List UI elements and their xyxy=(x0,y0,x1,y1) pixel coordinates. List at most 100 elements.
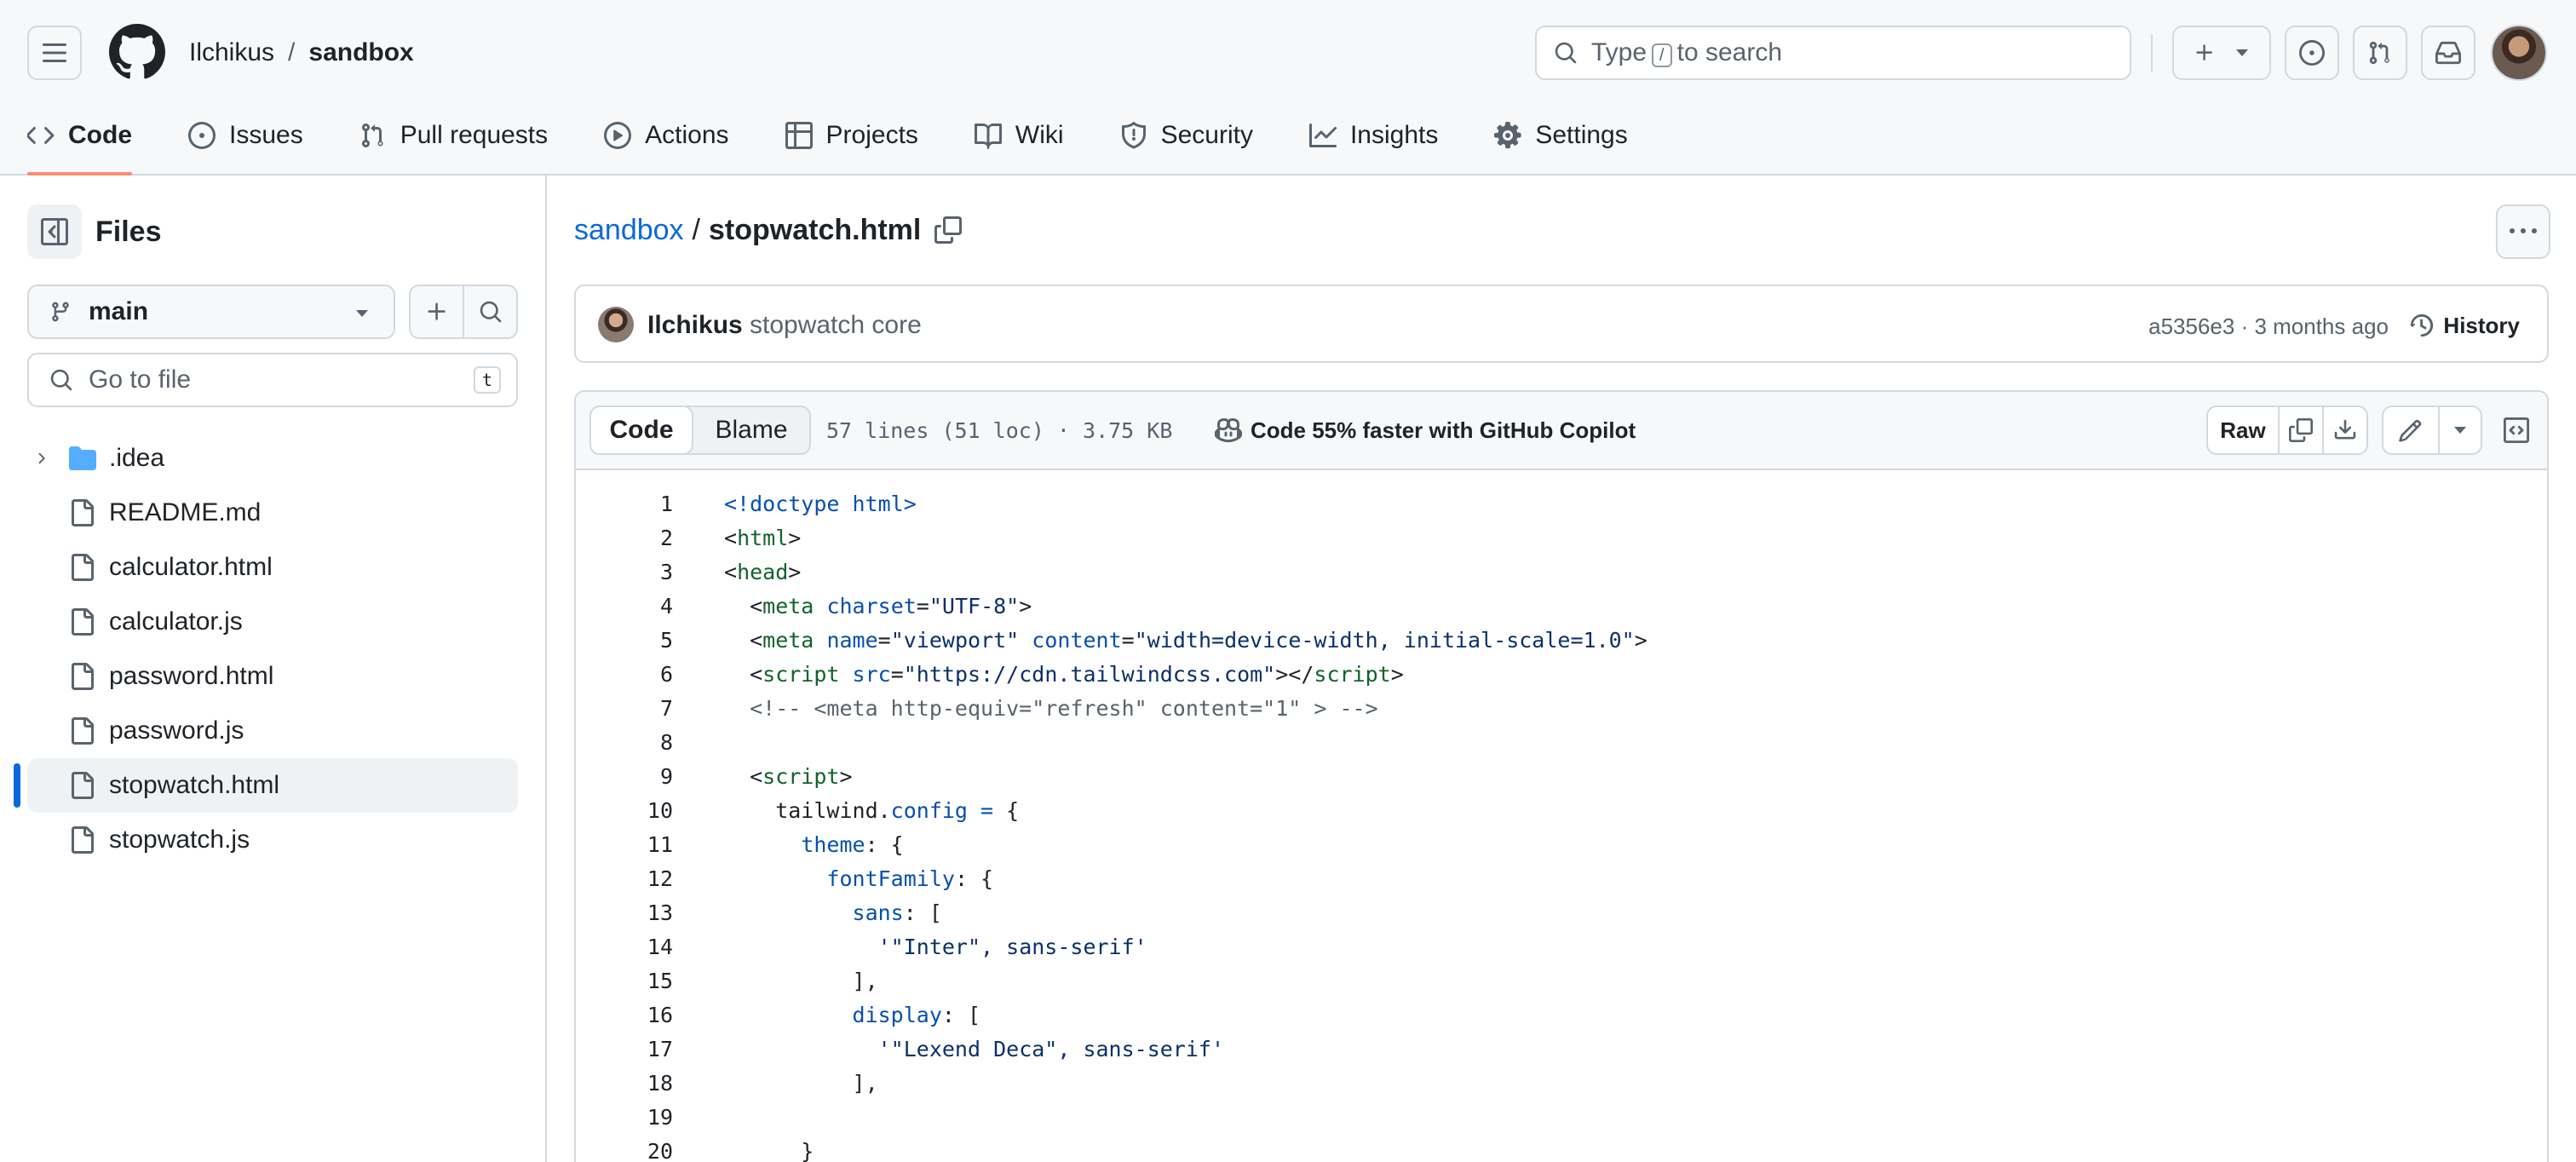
inbox-button[interactable] xyxy=(2421,26,2475,80)
code-token: < xyxy=(724,594,763,618)
commit-sha-time[interactable]: a5356e3 · 3 months ago xyxy=(2148,312,2389,341)
tab-pull-requests[interactable]: Pull requests xyxy=(346,106,561,165)
line-number[interactable]: 12 xyxy=(576,862,673,896)
line-source: sans: [ xyxy=(673,896,942,930)
line-source: <meta charset="UTF-8"> xyxy=(673,590,1032,624)
code-token: = xyxy=(1121,628,1135,653)
line-number[interactable]: 8 xyxy=(576,726,673,760)
line-number[interactable]: 1 xyxy=(576,487,673,521)
tab-projects[interactable]: Projects xyxy=(772,106,932,165)
code-token: : { xyxy=(954,866,994,891)
git-branch-icon xyxy=(52,302,69,322)
search-input[interactable]: Type / to search xyxy=(1535,26,2131,80)
line-number[interactable]: 20 xyxy=(576,1135,673,1162)
tab-security[interactable]: Security xyxy=(1107,106,1267,165)
code-token: meta xyxy=(762,594,814,618)
code-token: script xyxy=(762,662,840,687)
tree-item-file[interactable]: password.js xyxy=(0,704,547,758)
line-number[interactable]: 19 xyxy=(576,1101,673,1135)
go-to-file-input[interactable]: Go to file t xyxy=(27,353,518,407)
line-number[interactable]: 14 xyxy=(576,930,673,964)
line-number[interactable]: 17 xyxy=(576,1033,673,1067)
more-options-button[interactable] xyxy=(2496,204,2550,259)
raw-button[interactable]: Raw xyxy=(2208,407,2278,453)
menu-button[interactable] xyxy=(27,26,82,80)
line-source: <script> xyxy=(673,760,852,794)
code-viewer: Code Blame 57 lines (51 loc) · 3.75 KB C… xyxy=(574,390,2549,1162)
line-number[interactable]: 7 xyxy=(576,692,673,726)
issues-button[interactable] xyxy=(2285,26,2339,80)
tree-item-file-selected[interactable]: stopwatch.html xyxy=(14,758,518,813)
line-number[interactable]: 3 xyxy=(576,555,673,590)
line-source: <!-- <meta http-equiv="refresh" content=… xyxy=(673,692,1378,726)
code-token: > xyxy=(1634,628,1647,653)
tree-item-file[interactable]: stopwatch.js xyxy=(0,813,547,867)
code-token: > xyxy=(788,560,802,584)
tab-settings[interactable]: Settings xyxy=(1481,106,1641,165)
tab-wiki[interactable]: Wiki xyxy=(961,106,1078,165)
plus-icon xyxy=(2196,44,2212,60)
shield-icon xyxy=(1121,122,1146,149)
collapse-sidebar-button[interactable] xyxy=(27,204,82,259)
commit-author-avatar[interactable] xyxy=(598,307,634,342)
symbols-panel-button[interactable] xyxy=(2494,406,2539,455)
code-token: ], xyxy=(724,1071,878,1096)
edit-options-dropdown[interactable] xyxy=(2438,407,2481,453)
tree-item-file[interactable]: calculator.html xyxy=(0,540,547,595)
code-square-icon xyxy=(2504,417,2529,443)
files-heading: Files xyxy=(95,216,162,248)
tab-issues[interactable]: Issues xyxy=(175,106,317,165)
code-token: html xyxy=(737,526,789,550)
search-files-button[interactable] xyxy=(463,286,516,337)
line-number[interactable]: 10 xyxy=(576,794,673,828)
line-number[interactable]: 13 xyxy=(576,896,673,930)
tab-actions[interactable]: Actions xyxy=(590,106,742,165)
line-number[interactable]: 16 xyxy=(576,998,673,1033)
tree-item-file[interactable]: README.md xyxy=(0,486,547,540)
history-button[interactable]: History xyxy=(2409,310,2520,341)
branch-selector[interactable]: main xyxy=(27,285,395,339)
user-avatar[interactable] xyxy=(2491,25,2547,81)
download-raw-button[interactable] xyxy=(2322,407,2366,453)
blame-view-button[interactable]: Blame xyxy=(693,407,809,453)
code-line: 5 <meta name="viewport" content="width=d… xyxy=(576,624,2547,658)
code-line: 14 '"Inter", sans-serif' xyxy=(576,930,2547,964)
tree-item-file[interactable]: calculator.js xyxy=(0,595,547,649)
pull-requests-button[interactable] xyxy=(2353,26,2407,80)
code-view-button[interactable]: Code xyxy=(589,406,693,455)
copilot-promo-link[interactable]: Code 55% faster with GitHub Copilot xyxy=(1215,416,1636,445)
repo-link[interactable]: sandbox xyxy=(308,37,413,68)
line-number[interactable]: 4 xyxy=(576,590,673,624)
search-icon xyxy=(1555,42,1577,64)
tree-item-file[interactable]: password.html xyxy=(0,649,547,704)
tree-item-folder[interactable]: .idea xyxy=(0,431,547,486)
repo-root-link[interactable]: sandbox xyxy=(574,213,684,247)
create-new-button[interactable] xyxy=(2172,26,2271,80)
line-source: theme: { xyxy=(673,828,903,862)
edit-file-button[interactable] xyxy=(2383,407,2438,453)
line-number[interactable]: 15 xyxy=(576,964,673,998)
line-source xyxy=(673,726,724,760)
line-number[interactable]: 11 xyxy=(576,828,673,862)
copy-raw-button[interactable] xyxy=(2278,407,2322,453)
code-line: 6 <script src="https://cdn.tailwindcss.c… xyxy=(576,658,2547,692)
tab-code[interactable]: Code xyxy=(14,106,146,175)
plus-icon xyxy=(428,302,446,320)
owner-link[interactable]: Ilchikus xyxy=(189,37,274,68)
kebab-horizontal-icon xyxy=(2510,228,2537,233)
line-number[interactable]: 9 xyxy=(576,760,673,794)
tab-insights[interactable]: Insights xyxy=(1296,106,1452,165)
add-file-button[interactable] xyxy=(411,286,463,337)
file-tree-sidebar: Files main Go to file t .idea README.md … xyxy=(0,175,547,1162)
commit-author[interactable]: Ilchikus xyxy=(647,310,743,341)
github-logo-icon[interactable] xyxy=(109,24,165,80)
line-number[interactable]: 6 xyxy=(576,658,673,692)
commit-message[interactable]: stopwatch core xyxy=(750,310,922,341)
line-number[interactable]: 18 xyxy=(576,1067,673,1101)
code-token: : [ xyxy=(941,1003,981,1027)
line-number[interactable]: 2 xyxy=(576,521,673,555)
copy-icon[interactable] xyxy=(934,216,963,244)
go-to-file-shortcut: t xyxy=(473,366,501,394)
line-number[interactable]: 5 xyxy=(576,624,673,658)
